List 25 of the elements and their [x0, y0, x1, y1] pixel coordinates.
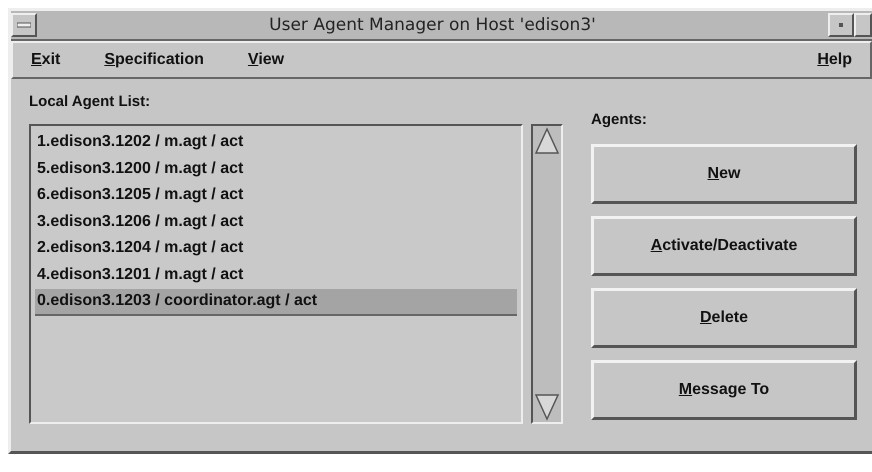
- agent-button[interactable]: Message To: [591, 360, 857, 420]
- window-title: User Agent Manager on Host 'edison3': [268, 15, 597, 35]
- list-item[interactable]: 1.edison3.1202 / m.agt / act: [35, 130, 517, 156]
- up-arrow-icon: [533, 126, 561, 156]
- menu-item[interactable]: Exit: [27, 49, 64, 71]
- maximize-button[interactable]: [854, 13, 872, 37]
- list-label: Local Agent List:: [29, 93, 152, 110]
- agents-label: Agents:: [591, 111, 648, 128]
- list-item[interactable]: 6.edison3.1205 / m.agt / act: [35, 183, 517, 210]
- list-item[interactable]: 3.edison3.1206 / m.agt / act: [35, 210, 517, 236]
- list-item[interactable]: 4.edison3.1201 / m.agt / act: [35, 262, 517, 289]
- minus-icon: [17, 22, 31, 28]
- list-item[interactable]: 2.edison3.1204 / m.agt / act: [35, 236, 517, 262]
- agent-button[interactable]: New: [591, 144, 857, 204]
- down-arrow-icon: [533, 392, 561, 422]
- menu-item[interactable]: Specification: [100, 49, 208, 71]
- help-menu[interactable]: Help: [813, 49, 856, 71]
- window-menu-button[interactable]: [11, 13, 37, 37]
- minimize-button[interactable]: [828, 13, 854, 37]
- list-item[interactable]: 0.edison3.1203 / coordinator.agt / act: [35, 289, 517, 316]
- agent-button[interactable]: Delete: [591, 288, 857, 348]
- scroll-bar[interactable]: [531, 124, 563, 424]
- menu-item[interactable]: View: [244, 49, 288, 71]
- list-item[interactable]: 5.edison3.1200 / m.agt / act: [35, 156, 517, 183]
- agent-button[interactable]: Activate/Deactivate: [591, 216, 857, 276]
